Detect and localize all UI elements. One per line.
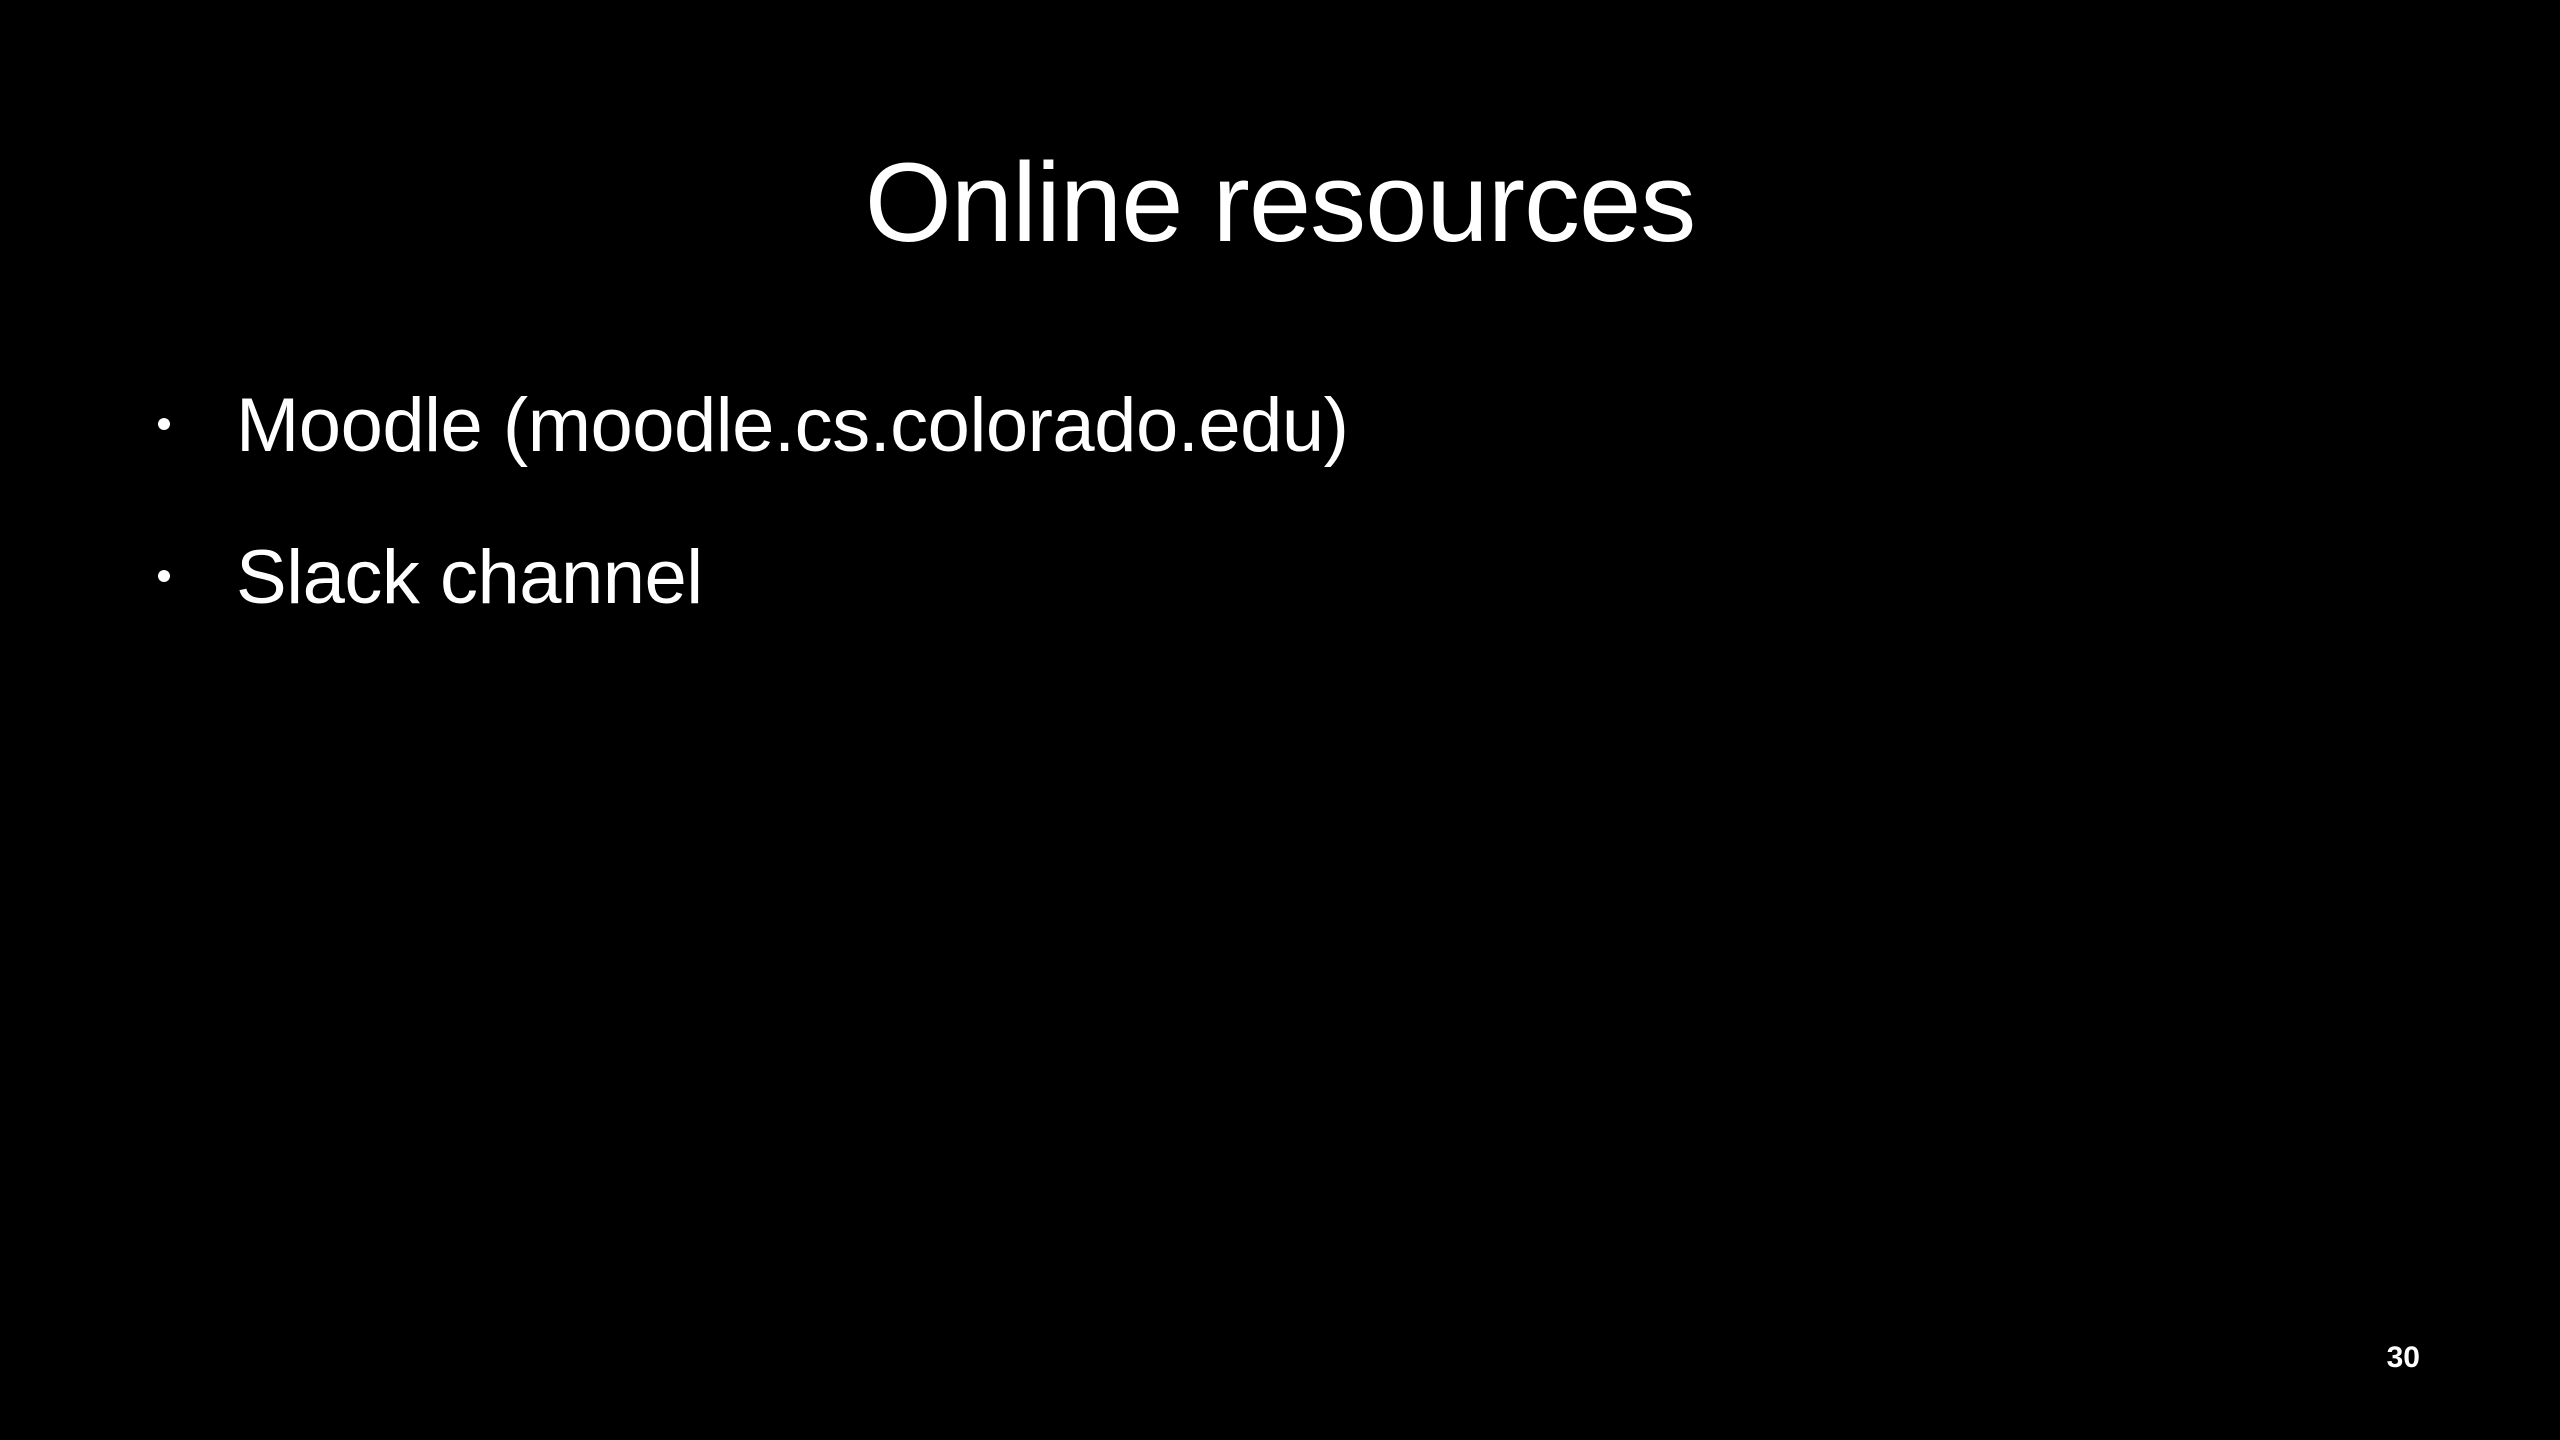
bullet-text: Slack channel	[236, 535, 703, 620]
slide: Online resources Moodle (moodle.cs.color…	[0, 0, 2560, 1440]
bullet-dot-icon	[158, 418, 170, 430]
bullet-dot-icon	[158, 570, 170, 582]
page-number: 30	[2386, 1341, 2420, 1374]
bullet-text: Moodle (moodle.cs.colorado.edu)	[236, 383, 1349, 468]
slide-title: Online resources	[864, 140, 1697, 265]
